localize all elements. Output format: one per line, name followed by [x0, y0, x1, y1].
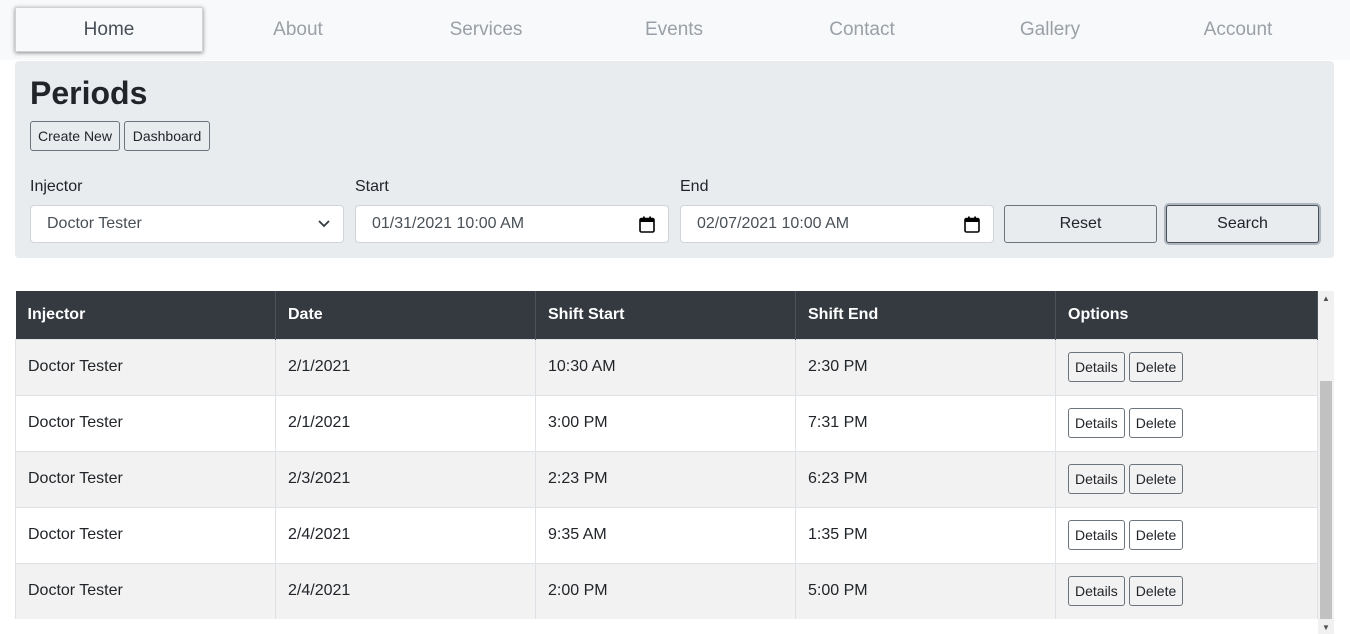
- injector-label: Injector: [30, 178, 83, 195]
- cell-shift-end: 1:35 PM: [795, 506, 1056, 563]
- cell-date: 2/1/2021: [275, 338, 536, 395]
- nav-item-about[interactable]: About: [204, 7, 392, 52]
- nav-item-services[interactable]: Services: [392, 7, 580, 52]
- delete-button[interactable]: Delete: [1128, 464, 1184, 494]
- delete-button[interactable]: Delete: [1128, 520, 1184, 550]
- delete-button[interactable]: Delete: [1128, 408, 1184, 438]
- details-button[interactable]: Details: [1068, 520, 1125, 550]
- cell-shift-start: 9:35 AM: [535, 506, 796, 563]
- end-label: End: [680, 178, 709, 195]
- delete-button[interactable]: Delete: [1128, 576, 1184, 607]
- table-row: Doctor Tester 2/3/2021 2:23 PM 6:23 PM D…: [15, 450, 1318, 507]
- table-scrollbar[interactable]: ▲ ▼: [1318, 291, 1334, 634]
- table-row: Doctor Tester 2/4/2021 9:35 AM 1:35 PM D…: [15, 506, 1318, 563]
- cell-date: 2/3/2021: [275, 450, 536, 507]
- cell-shift-end: 7:31 PM: [795, 394, 1056, 451]
- delete-button[interactable]: Delete: [1128, 352, 1184, 382]
- create-new-button[interactable]: Create New: [30, 121, 120, 151]
- column-header-shift-end: Shift End: [795, 291, 1056, 339]
- nav-item-account[interactable]: Account: [1144, 7, 1332, 52]
- page-title: Periods: [30, 75, 148, 111]
- table-row: Doctor Tester 2/1/2021 10:30 AM 2:30 PM …: [15, 338, 1318, 395]
- cell-shift-start: 2:23 PM: [535, 450, 796, 507]
- end-datetime-value: 02/07/2021 10:00 AM: [697, 215, 850, 232]
- cell-injector: Doctor Tester: [15, 506, 276, 563]
- table-row: Doctor Tester 2/4/2021 2:00 PM 5:00 PM D…: [15, 562, 1318, 619]
- search-button[interactable]: Search: [1166, 205, 1319, 243]
- cell-date: 2/1/2021: [275, 394, 536, 451]
- injector-select[interactable]: Doctor Tester: [30, 205, 344, 243]
- cell-options: Details Delete: [1055, 394, 1318, 451]
- cell-injector: Doctor Tester: [15, 338, 276, 395]
- cell-options: Details Delete: [1055, 338, 1318, 395]
- cell-shift-end: 5:00 PM: [795, 562, 1056, 619]
- column-header-injector: Injector: [15, 291, 276, 339]
- periods-table-container: Injector Date Shift Start Shift End Opti…: [15, 291, 1318, 624]
- table-row: Doctor Tester 2/1/2021 3:00 PM 7:31 PM D…: [15, 394, 1318, 451]
- cell-options: Details Delete: [1055, 562, 1318, 619]
- periods-table: Injector Date Shift Start Shift End Opti…: [15, 291, 1318, 619]
- cell-shift-end: 6:23 PM: [795, 450, 1056, 507]
- top-nav: Home About Services Events Contact Galle…: [0, 0, 1350, 60]
- calendar-icon[interactable]: [639, 216, 655, 233]
- filter-panel: Periods Create New Dashboard Injector St…: [15, 61, 1334, 258]
- details-button[interactable]: Details: [1068, 464, 1125, 494]
- scrollbar-thumb[interactable]: [1320, 381, 1332, 619]
- cell-injector: Doctor Tester: [15, 394, 276, 451]
- nav-item-contact[interactable]: Contact: [768, 7, 956, 52]
- injector-select-value: Doctor Tester: [47, 215, 142, 232]
- chevron-down-icon: [318, 220, 330, 228]
- cell-injector: Doctor Tester: [15, 450, 276, 507]
- cell-date: 2/4/2021: [275, 562, 536, 619]
- column-header-date: Date: [275, 291, 536, 339]
- cell-shift-end: 2:30 PM: [795, 338, 1056, 395]
- cell-options: Details Delete: [1055, 506, 1318, 563]
- nav-item-events[interactable]: Events: [580, 7, 768, 52]
- cell-shift-start: 10:30 AM: [535, 338, 796, 395]
- details-button[interactable]: Details: [1068, 352, 1125, 382]
- cell-shift-start: 3:00 PM: [535, 394, 796, 451]
- details-button[interactable]: Details: [1068, 408, 1125, 438]
- scroll-up-arrow-icon[interactable]: ▲: [1318, 291, 1334, 305]
- start-datetime-input[interactable]: 01/31/2021 10:00 AM: [355, 205, 669, 243]
- cell-date: 2/4/2021: [275, 506, 536, 563]
- nav-item-gallery[interactable]: Gallery: [956, 7, 1144, 52]
- column-header-options: Options: [1055, 291, 1318, 339]
- nav-item-home[interactable]: Home: [15, 7, 203, 52]
- details-button[interactable]: Details: [1068, 576, 1125, 607]
- cell-shift-start: 2:00 PM: [535, 562, 796, 619]
- cell-injector: Doctor Tester: [15, 562, 276, 619]
- start-label: Start: [355, 178, 389, 195]
- column-header-shift-start: Shift Start: [535, 291, 796, 339]
- end-datetime-input[interactable]: 02/07/2021 10:00 AM: [680, 205, 994, 243]
- start-datetime-value: 01/31/2021 10:00 AM: [372, 215, 525, 232]
- reset-button[interactable]: Reset: [1004, 205, 1157, 243]
- cell-options: Details Delete: [1055, 450, 1318, 507]
- table-header-row: Injector Date Shift Start Shift End Opti…: [15, 291, 1318, 339]
- dashboard-button[interactable]: Dashboard: [124, 121, 210, 151]
- calendar-icon[interactable]: [964, 216, 980, 233]
- scroll-down-arrow-icon[interactable]: ▼: [1318, 620, 1334, 634]
